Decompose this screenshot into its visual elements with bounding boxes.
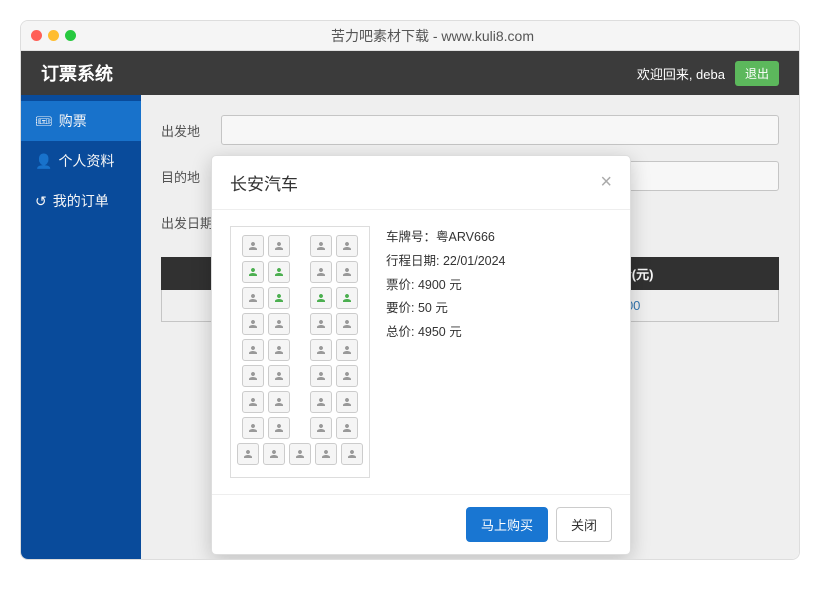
topbar-right: 欢迎回来, deba 退出 (637, 61, 779, 86)
modal-footer: 马上购买 关闭 (212, 494, 630, 554)
seat-selected[interactable] (242, 261, 264, 283)
titlebar: 苦力吧素材下载 - www.kuli8.com (21, 21, 799, 51)
seat-available[interactable] (310, 313, 332, 335)
seat-available[interactable] (310, 365, 332, 387)
modal: 长安汽车 × 车牌号：粤ARV666 行程日期: 22/01/2024 票价: … (211, 155, 631, 555)
close-button[interactable]: 关闭 (556, 507, 612, 542)
seat-available[interactable] (310, 339, 332, 361)
seat-selected[interactable] (268, 261, 290, 283)
seat-available[interactable] (242, 313, 264, 335)
seat-row (237, 287, 363, 309)
seat-available[interactable] (336, 235, 358, 257)
seat-row (237, 339, 363, 361)
seat-row (237, 391, 363, 413)
seat-available[interactable] (336, 391, 358, 413)
app: 订票系统 欢迎回来, deba 退出 🎟 购票 👤 个人资料 ↺ 我的订单 (21, 51, 799, 560)
seat-row (237, 261, 363, 283)
seat-available[interactable] (242, 391, 264, 413)
seat-row (237, 365, 363, 387)
aisle (294, 339, 306, 361)
seat-available[interactable] (268, 365, 290, 387)
window-controls (31, 30, 76, 41)
seat-available[interactable] (336, 365, 358, 387)
seat-map (230, 226, 370, 478)
seat-available[interactable] (242, 417, 264, 439)
seat-available[interactable] (268, 339, 290, 361)
seat-selected[interactable] (310, 287, 332, 309)
seat-row (237, 417, 363, 439)
aisle (294, 235, 306, 257)
seat-available[interactable] (315, 443, 337, 465)
seat-available[interactable] (242, 339, 264, 361)
aisle (294, 417, 306, 439)
seat-available[interactable] (336, 339, 358, 361)
topbar: 订票系统 欢迎回来, deba 退出 (21, 51, 799, 95)
seat-available[interactable] (268, 417, 290, 439)
body: 🎟 购票 👤 个人资料 ↺ 我的订单 出发地 目的地 (21, 95, 799, 560)
seat-row (237, 235, 363, 257)
seat-available[interactable] (336, 261, 358, 283)
seat-available[interactable] (268, 313, 290, 335)
seat-available[interactable] (310, 391, 332, 413)
seat-selected[interactable] (268, 287, 290, 309)
seat-available[interactable] (310, 235, 332, 257)
maximize-dot[interactable] (65, 30, 76, 41)
seat-selected[interactable] (336, 287, 358, 309)
welcome-text: 欢迎回来, deba (637, 64, 725, 83)
modal-header: 长安汽车 × (212, 156, 630, 210)
logout-button[interactable]: 退出 (735, 61, 779, 86)
seat-available[interactable] (341, 443, 363, 465)
aisle (294, 261, 306, 283)
seat-available[interactable] (263, 443, 285, 465)
seat-available[interactable] (268, 391, 290, 413)
seat-available[interactable] (268, 235, 290, 257)
seat-available[interactable] (310, 261, 332, 283)
seat-row (237, 313, 363, 335)
aisle (294, 287, 306, 309)
modal-body: 车牌号：粤ARV666 行程日期: 22/01/2024 票价: 4900 元 … (212, 210, 630, 494)
seat-available[interactable] (336, 313, 358, 335)
seat-available[interactable] (289, 443, 311, 465)
buy-button[interactable]: 马上购买 (466, 507, 548, 542)
brand: 订票系统 (41, 60, 113, 86)
modal-title: 长安汽车 (230, 170, 298, 195)
seat-available[interactable] (242, 235, 264, 257)
titlebar-text: 苦力吧素材下载 - www.kuli8.com (76, 26, 789, 46)
close-icon[interactable]: × (600, 171, 612, 194)
window-frame: 苦力吧素材下载 - www.kuli8.com 订票系统 欢迎回来, deba … (20, 20, 800, 560)
seat-available[interactable] (242, 287, 264, 309)
close-dot[interactable] (31, 30, 42, 41)
minimize-dot[interactable] (48, 30, 59, 41)
aisle (294, 365, 306, 387)
aisle (294, 391, 306, 413)
bus-info: 车牌号：粤ARV666 行程日期: 22/01/2024 票价: 4900 元 … (386, 226, 506, 478)
seat-available[interactable] (310, 417, 332, 439)
seat-available[interactable] (242, 365, 264, 387)
seat-available[interactable] (336, 417, 358, 439)
aisle (294, 313, 306, 335)
seat-row (237, 443, 363, 465)
seat-available[interactable] (237, 443, 259, 465)
